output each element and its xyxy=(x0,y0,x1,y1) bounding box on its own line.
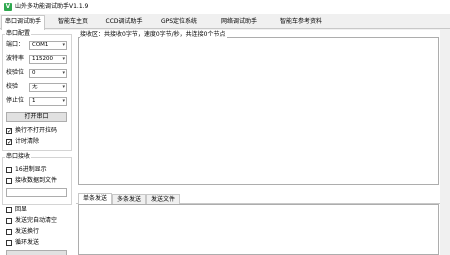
checkbox-label: 换行不打开拉码 xyxy=(15,127,58,134)
send-tabs: 单条发送 多条发送 发送文件 xyxy=(76,193,440,204)
timed-send-checkbox[interactable]: 循环发送 xyxy=(6,239,70,247)
baud-select[interactable]: 115200 ▾ xyxy=(29,55,67,64)
chevron-down-icon: ▾ xyxy=(62,70,65,76)
save-to-file-checkbox[interactable]: 接收数据到文件 xyxy=(6,177,70,185)
send-textarea[interactable] xyxy=(78,204,439,255)
check-label: 校验 xyxy=(6,83,19,90)
tab-smart-car-home[interactable]: 智能车主页 xyxy=(48,16,98,29)
open-port-button[interactable]: 打开串口 xyxy=(6,112,67,122)
chevron-down-icon: ▾ xyxy=(62,98,65,104)
chevron-down-icon: ▾ xyxy=(62,56,65,62)
checkbox-label: 16进制显示 xyxy=(15,166,47,173)
checkbox-unchecked-icon xyxy=(6,207,12,213)
tab-reference[interactable]: 智能车参考资料 xyxy=(268,16,334,29)
checkbox-unchecked-icon xyxy=(6,167,12,173)
tab-network-debug[interactable]: 网络调试助手 xyxy=(210,16,268,29)
checkbox-unchecked-icon xyxy=(6,178,12,184)
checkbox-checked-icon: ✓ xyxy=(6,128,13,135)
checkbox-unchecked-icon xyxy=(6,229,12,235)
receive-hex-checkbox[interactable]: 16进制显示 xyxy=(6,166,70,174)
checkbox-label: 计时清除 xyxy=(15,138,40,145)
check-select[interactable]: 无 ▾ xyxy=(29,83,67,92)
checkbox-label: 发送完自动清空 xyxy=(15,217,58,224)
port-select[interactable]: COM1 ▾ xyxy=(29,41,67,50)
echo-checkbox[interactable]: 回显 xyxy=(6,206,70,214)
port-value: COM1 xyxy=(32,42,49,48)
window-right-edge xyxy=(440,30,450,255)
checkbox-label: 发送换行 xyxy=(15,228,40,235)
stop-value: 1 xyxy=(32,98,36,104)
check-value: 无 xyxy=(32,84,38,90)
tab-single-send[interactable]: 单条发送 xyxy=(78,193,112,204)
parity-select[interactable]: 0 ▾ xyxy=(29,69,67,78)
serial-config-title: 串口配置 xyxy=(5,30,32,37)
port-label: 端口： xyxy=(6,41,25,48)
tab-serial-debug[interactable]: 串口调试助手 xyxy=(1,15,45,30)
chevron-down-icon: ▾ xyxy=(62,42,65,48)
receive-area-title: 接收区：共接收0字节，速度0字节/秒，共连接0个节点 xyxy=(80,31,228,39)
hex-display-checkbox[interactable]: ✓ 换行不打开拉码 xyxy=(6,127,70,135)
checkbox-checked-icon: ✓ xyxy=(6,139,13,146)
window-title: 山外多功能调试助手V1.1.9 xyxy=(15,3,89,10)
send-auto-clear-checkbox[interactable]: 发送完自动清空 xyxy=(6,217,70,225)
stop-select[interactable]: 1 ▾ xyxy=(29,97,67,106)
chevron-down-icon: ▾ xyxy=(62,84,65,90)
baud-value: 115200 xyxy=(32,56,53,62)
checkbox-unchecked-icon xyxy=(6,218,12,224)
receive-textarea[interactable] xyxy=(78,37,439,185)
checkbox-label: 回显 xyxy=(15,206,28,213)
parity-value: 0 xyxy=(32,70,36,76)
checkbox-label: 循环发送 xyxy=(15,239,40,246)
save-file-path-input[interactable] xyxy=(6,188,67,197)
serial-debug-page: 串口配置 端口： COM1 ▾ 波特率 115200 ▾ 校验位 0 ▾ 校验 … xyxy=(0,30,450,255)
checkbox-unchecked-icon xyxy=(6,240,12,246)
tab-gps[interactable]: GPS定位系统 xyxy=(150,16,208,29)
app-icon: V xyxy=(4,3,12,11)
main-tab-bar: 串口调试助手 智能车主页 CCD调试助手 GPS定位系统 网络调试助手 智能车参… xyxy=(0,14,450,30)
send-button[interactable] xyxy=(6,250,67,255)
stop-label: 停止位 xyxy=(6,97,25,104)
parity-label: 校验位 xyxy=(6,69,25,76)
baud-label: 波特率 xyxy=(6,55,25,62)
tab-multi-send[interactable]: 多条发送 xyxy=(112,194,146,204)
tab-send-file[interactable]: 发送文件 xyxy=(146,194,180,204)
checkbox-label: 接收数据到文件 xyxy=(15,177,58,184)
send-newline-checkbox[interactable]: 发送换行 xyxy=(6,228,70,236)
auto-clear-checkbox[interactable]: ✓ 计时清除 xyxy=(6,138,70,146)
title-bar: V 山外多功能调试助手V1.1.9 xyxy=(0,0,450,14)
serial-receive-title: 串口接收 xyxy=(5,153,32,160)
tab-ccd-debug[interactable]: CCD调试助手 xyxy=(98,16,150,29)
